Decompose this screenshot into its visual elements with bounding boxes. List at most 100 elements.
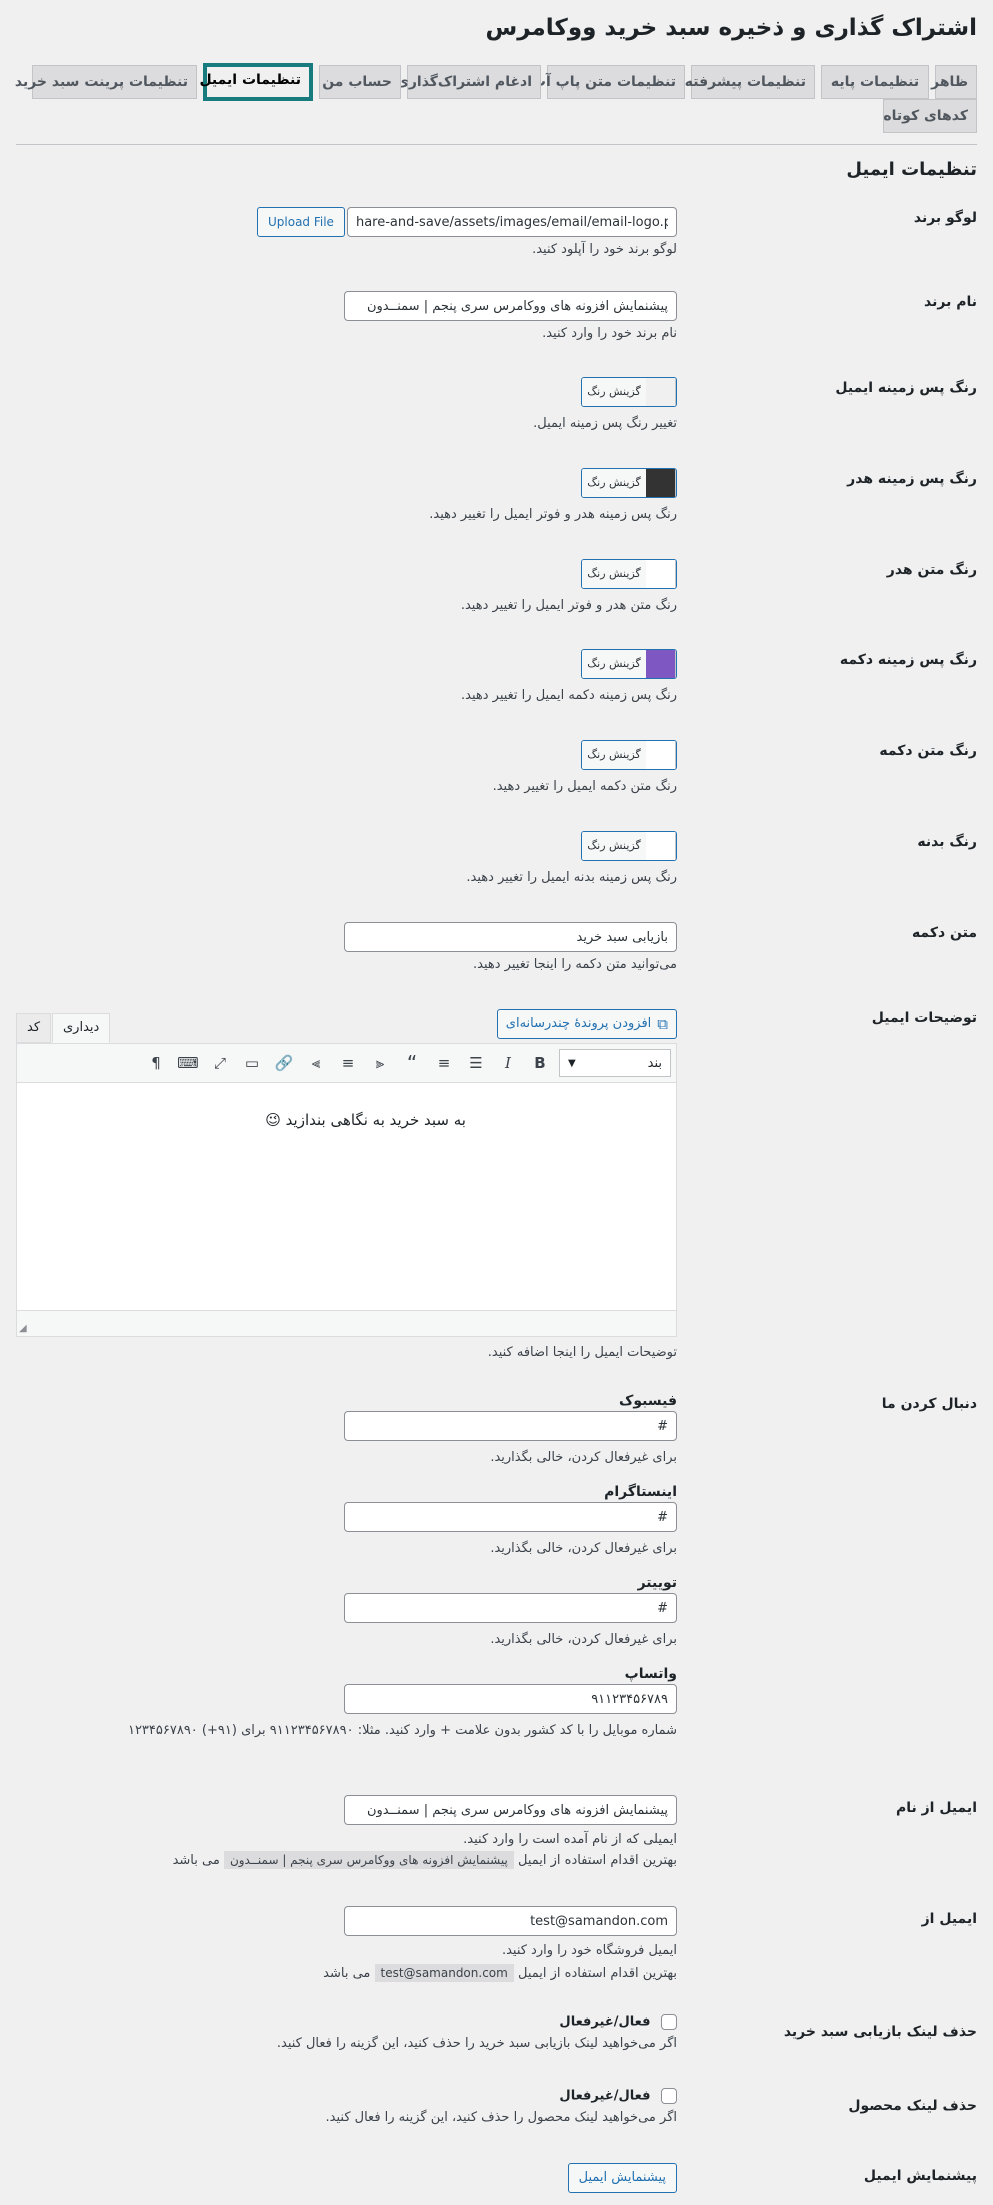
email-preview-field: پیشنمایش ایمیل	[567, 2163, 677, 2193]
editor-status-bar: ◢	[16, 1311, 677, 1337]
tab-advanced-settings[interactable]: تنظیمات پیشرفته	[685, 65, 815, 99]
editor-tab-visual[interactable]: دیداری	[52, 1013, 111, 1043]
add-media-button[interactable]: ⧉ افزودن پروندهٔ چندرسانه‌ای	[496, 1009, 677, 1039]
editor-header: ⧉ افزودن پروندهٔ چندرسانه‌ای دیداری کد	[16, 1007, 677, 1043]
email-bg-color-desc: تغییر رنگ پس زمینه ایمیل.	[533, 416, 677, 431]
settings-wrap: اشتراک گذاری و ذخیره سبد خرید ووکامرس ظا…	[0, 0, 993, 185]
align-right-icon[interactable]: ⫸	[303, 1050, 329, 1076]
best-practice-suffix: می باشد	[323, 1966, 371, 1981]
button-text-input[interactable]	[344, 922, 677, 952]
color-picker-label: گزینش رنگ	[582, 650, 646, 678]
align-left-icon[interactable]: ⫷	[367, 1050, 393, 1076]
best-practice-prefix: بهترین اقدام استفاده از ایمیل	[517, 1853, 677, 1868]
email-from-name-input[interactable]	[344, 1795, 677, 1825]
whatsapp-desc: شماره موبایل را با کد کشور بدون علامت + …	[127, 1723, 677, 1738]
color-picker-label: گزینش رنگ	[582, 832, 646, 860]
whatsapp-input[interactable]	[344, 1684, 677, 1714]
best-practice-code: test@samandon.com	[374, 1964, 514, 1982]
color-swatch	[646, 832, 676, 860]
remove-product-checkbox[interactable]	[661, 2088, 677, 2104]
bold-icon[interactable]: B	[527, 1050, 553, 1076]
italic-icon[interactable]: I	[495, 1050, 521, 1076]
twitter-input[interactable]	[344, 1593, 677, 1623]
email-preview-button[interactable]: پیشنمایش ایمیل	[567, 2163, 677, 2193]
tab-email-settings[interactable]: تنظیمات ایمیل	[199, 63, 313, 101]
button-bg-color-picker[interactable]: گزینش رنگ	[581, 649, 677, 679]
body-color-picker[interactable]: گزینش رنگ	[581, 831, 677, 861]
twitter-label: توییتر	[637, 1575, 677, 1591]
header-bg-color-picker[interactable]: گزینش رنگ	[581, 468, 677, 498]
remove-product-checkbox-label: فعال/غیرفعال	[559, 2088, 651, 2104]
remove-recover-link-field: فعال/غیرفعال اگر می‌خواهید لینک بازیابی …	[117, 2014, 677, 2051]
facebook-input[interactable]	[344, 1411, 677, 1441]
email-from-input[interactable]	[344, 1906, 677, 1936]
best-practice-suffix: می باشد	[172, 1853, 220, 1868]
button-text-desc: می‌توانید متن دکمه را اینجا تغییر دهید.	[473, 957, 677, 972]
keyboard-icon[interactable]: ⌨	[175, 1050, 201, 1076]
paragraph-format-select[interactable]: بند ▼	[559, 1049, 671, 1077]
email-from-name-field: ایمیلی که از نام آمده است را وارد کنید. …	[117, 1795, 677, 1869]
color-picker-label: گزینش رنگ	[582, 741, 646, 769]
button-text-color-picker[interactable]: گزینش رنگ	[581, 740, 677, 770]
email-from-name-label: ایمیل از نام	[895, 1800, 977, 1816]
upload-file-button[interactable]: Upload File	[257, 207, 345, 237]
tab-basic-settings[interactable]: تنظیمات پایه	[821, 65, 929, 99]
email-preview-label: پیشنمایش ایمیل	[863, 2168, 977, 2184]
button-bg-color-desc: رنگ پس زمینه دکمه ایمیل را تغییر دهید.	[460, 688, 677, 703]
editor-tab-code[interactable]: کد	[16, 1013, 52, 1043]
body-color-desc: رنگ پس زمینه بدنه ایمیل را تغییر دهید.	[466, 870, 677, 885]
editor-content-text: به سبد خرید به نگاهی بندازید 😉	[265, 1111, 466, 1129]
body-color-label: رنگ بدنه	[917, 834, 977, 850]
align-center-icon[interactable]: ≡	[335, 1050, 361, 1076]
instagram-input[interactable]	[344, 1502, 677, 1532]
page-title: اشتراک گذاری و ذخیره سبد خرید ووکامرس	[485, 15, 977, 41]
numbered-list-icon[interactable]: ≡	[431, 1050, 457, 1076]
instagram-label: اینستاگرام	[604, 1484, 677, 1500]
brand-name-desc: نام برند خود را وارد کنید.	[542, 326, 677, 341]
tab-appearance[interactable]: ظاهر	[931, 65, 977, 99]
color-swatch	[646, 378, 676, 406]
brand-logo-input[interactable]	[346, 207, 677, 237]
link-icon[interactable]: 🔗	[271, 1050, 297, 1076]
editor-content[interactable]: به سبد خرید به نگاهی بندازید 😉	[16, 1083, 677, 1311]
best-practice-prefix: بهترین اقدام استفاده از ایمیل	[517, 1966, 677, 1981]
paragraph-format-value: بند	[647, 1055, 662, 1071]
rtl-paragraph-icon[interactable]: ¶	[143, 1050, 169, 1076]
email-from-label: ایمیل از	[921, 1911, 977, 1927]
header-bg-color-desc: رنگ پس زمینه هدر و فوتر ایمیل را تغییر د…	[429, 507, 677, 522]
read-more-icon[interactable]: ▭	[239, 1050, 265, 1076]
header-text-color-label: رنگ متن هدر	[886, 562, 977, 578]
section-title: تنظیمات ایمیل	[846, 159, 977, 180]
button-text-label: متن دکمه	[911, 925, 977, 941]
add-media-icon: ⧉	[657, 1015, 668, 1033]
remove-product-link-field: فعال/غیرفعال اگر می‌خواهید لینک محصول را…	[117, 2088, 677, 2125]
email-from-name-desc: ایمیلی که از نام آمده است را وارد کنید.	[463, 1832, 677, 1847]
brand-logo-label: لوگو برند	[913, 210, 977, 226]
fullscreen-icon[interactable]: ⤢	[207, 1050, 233, 1076]
tab-print-cart-settings[interactable]: تنظیمات پرینت سبد خرید	[15, 65, 197, 99]
header-bg-color-field: گزینش رنگ رنگ پس زمینه هدر و فوتر ایمیل …	[429, 468, 677, 522]
blockquote-icon[interactable]: “	[399, 1050, 425, 1076]
color-picker-label: گزینش رنگ	[582, 560, 646, 588]
remove-product-link-label: حذف لینک محصول	[848, 2098, 977, 2114]
whatsapp-label: واتساپ	[624, 1666, 677, 1682]
button-text-color-desc: رنگ متن دکمه ایمیل را تغییر دهید.	[492, 779, 677, 794]
chevron-down-icon: ▼	[568, 1057, 576, 1069]
tab-share-integration[interactable]: ادغام اشتراک‌گذاری	[396, 65, 541, 99]
tab-my-account[interactable]: حساب من	[319, 65, 401, 99]
button-text-color-label: رنگ متن دکمه	[879, 743, 977, 759]
email-bg-color-picker[interactable]: گزینش رنگ	[581, 377, 677, 407]
email-bg-color-field: گزینش رنگ تغییر رنگ پس زمینه ایمیل.	[533, 377, 677, 431]
bullet-list-icon[interactable]: ☰	[463, 1050, 489, 1076]
header-text-color-picker[interactable]: گزینش رنگ	[581, 559, 677, 589]
tab-shortcodes[interactable]: کدهای کوتاه	[883, 99, 977, 133]
remove-recover-checkbox[interactable]	[661, 2014, 677, 2030]
color-swatch	[646, 560, 676, 588]
email-from-best-practice: بهترین اقدام استفاده از ایمیل test@saman…	[117, 1964, 677, 1982]
remove-product-link-desc: اگر می‌خواهید لینک محصول را حذف کنید، ای…	[325, 2110, 677, 2125]
brand-name-label: نام برند	[924, 294, 977, 310]
brand-name-input[interactable]	[344, 291, 677, 321]
resize-handle-icon[interactable]: ◢	[19, 1323, 27, 1334]
tab-popup-text[interactable]: تنظیمات متن پاپ آپ	[532, 65, 685, 99]
remove-product-checkbox-row: فعال/غیرفعال	[117, 2088, 677, 2104]
